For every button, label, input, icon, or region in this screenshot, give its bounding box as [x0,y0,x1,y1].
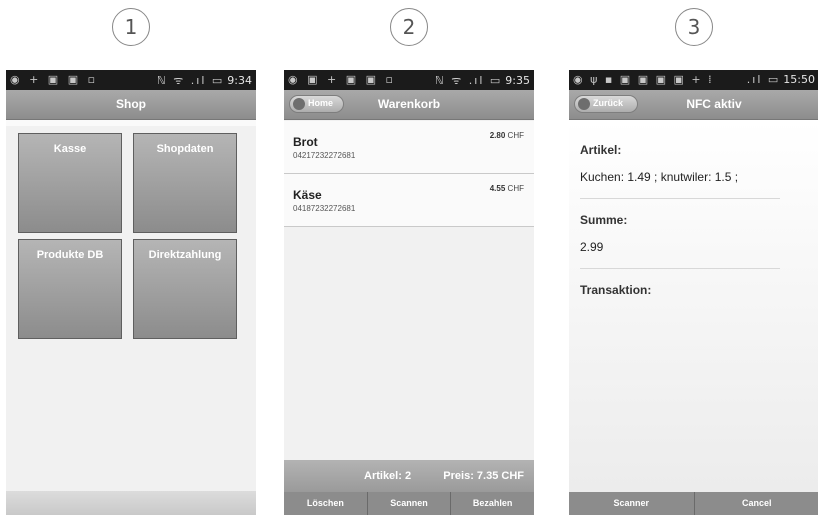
status-time: 9:34 [227,74,252,87]
title-bar: Zurück NFC aktiv [569,90,818,120]
tile-label: Kasse [53,143,87,155]
tile-label: Produkte DB [36,249,104,261]
total-price: Preis: 7.35 CHF [443,470,524,482]
item-price: 2.80 CHF [489,131,524,140]
summe-label: Summe: [580,213,628,227]
item-name: Brot [293,135,318,149]
divider [580,268,780,269]
article-count: Artikel: 2 [364,470,412,482]
toggle-dot-icon [578,98,590,110]
page-title: NFC aktiv [686,97,742,111]
title-bar: Shop [6,90,256,120]
scan-button[interactable]: Scannen [368,492,452,515]
nfc-content: Artikel: Kuchen: 1.49 ; knutwiler: 1.5 ;… [569,120,818,492]
status-right: .ıl ▭ 15:50 [747,73,815,86]
phone-cart-screen: ◉ ▣ + ▣ ▣ ▫ ℕ ᯤ .ıl ▭ 9:35 Home Warenkorb… [284,70,534,515]
item-barcode: 04217232272681 [293,151,356,160]
tile-produkte-db[interactable]: Produkte DB [18,239,122,339]
notification-icons: ◉ ψ ▪ ▣ ▣ ▣ ▣ + ⁞ [573,73,714,86]
bottom-bar [6,491,256,515]
page-title: Warenkorb [377,97,441,111]
cart-button-row: Löschen Scannen Bezahlen [284,492,534,515]
pay-button[interactable]: Bezahlen [451,492,534,515]
tile-kasse[interactable]: Kasse [18,133,122,233]
notification-icons: ◉ + ▣ ▣ ▫ [10,73,99,86]
cancel-button[interactable]: Cancel [695,492,818,515]
cart-item[interactable]: Käse 04187232272681 4.55 CHF [284,174,534,227]
cart-summary-bar: Artikel: 2 Preis: 7.35 CHF [284,460,534,492]
item-name: Käse [293,188,322,202]
step-2-indicator: 2 [390,8,428,46]
nfc-button-row: Scanner Cancel [569,492,818,515]
step-3-indicator: 3 [675,8,713,46]
phone-nfc-screen: ◉ ψ ▪ ▣ ▣ ▣ ▣ + ⁞ .ıl ▭ 15:50 Zurück NFC … [569,70,818,515]
signal-icons: ℕ ᯤ .ıl ▭ [434,74,503,87]
item-price: 4.55 CHF [489,184,524,193]
artikel-value: Kuchen: 1.49 ; knutwiler: 1.5 ; [580,170,739,184]
signal-icons: ℕ ᯤ .ıl ▭ [156,74,225,87]
item-barcode: 04187232272681 [293,204,356,213]
artikel-label: Artikel: [580,143,622,157]
tile-direktzahlung[interactable]: Direktzahlung [133,239,237,339]
tile-shopdaten[interactable]: Shopdaten [133,133,237,233]
status-time: 15:50 [783,73,815,86]
tile-label: Direktzahlung [148,249,222,261]
phone-shop-screen: ◉ + ▣ ▣ ▫ ℕ ᯤ .ıl ▭ 9:34 Shop Kasse Shopd… [6,70,256,515]
delete-button[interactable]: Löschen [284,492,368,515]
tile-label: Shopdaten [156,143,214,155]
cart-item[interactable]: Brot 04217232272681 2.80 CHF [284,121,534,174]
divider [580,198,780,199]
status-bar: ◉ ψ ▪ ▣ ▣ ▣ ▣ + ⁞ .ıl ▭ 15:50 [569,70,818,90]
title-bar: Home Warenkorb [284,90,534,120]
status-bar: ◉ + ▣ ▣ ▫ ℕ ᯤ .ıl ▭ 9:34 [6,70,256,90]
page-title: Shop [116,97,146,111]
status-time: 9:35 [505,74,530,87]
status-right: ℕ ᯤ .ıl ▭ 9:34 [157,73,252,88]
signal-icons: .ıl ▭ [746,73,781,86]
step-1-indicator: 1 [112,8,150,46]
scanner-button[interactable]: Scanner [569,492,695,515]
transaktion-label: Transaktion: [580,283,652,297]
status-bar: ◉ ▣ + ▣ ▣ ▫ ℕ ᯤ .ıl ▭ 9:35 [284,70,534,90]
status-right: ℕ ᯤ .ıl ▭ 9:35 [435,73,530,88]
summe-value: 2.99 [580,240,604,254]
notification-icons: ◉ ▣ + ▣ ▣ ▫ [288,73,396,86]
